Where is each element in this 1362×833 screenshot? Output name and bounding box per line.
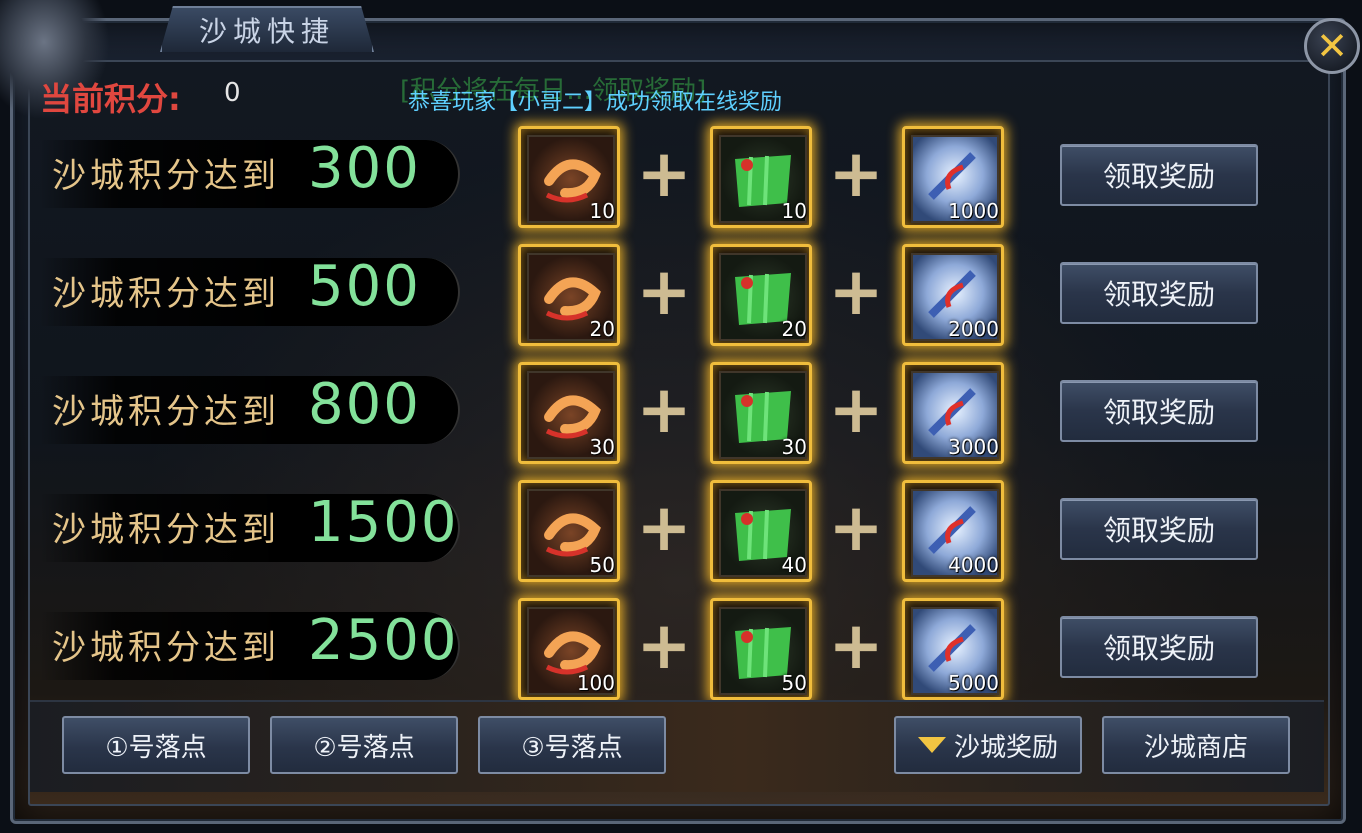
reward-item-leaf[interactable]: 40 [710,480,812,582]
threshold-label: 沙城积分达到 [52,274,280,314]
claim-reward-button[interactable]: 领取奖励 [1060,144,1258,206]
reward-item-crystal[interactable]: 5000 [902,598,1004,700]
threshold-label: 沙城积分达到 [52,156,280,196]
drop-point-3-button[interactable]: ③号落点 [478,716,666,774]
plus-icon: + [828,371,884,448]
reward-item-shrimp[interactable]: 20 [518,244,620,346]
reward-row: 沙城积分达到 1500 50 + 40 + 4000 领取奖励 [40,476,1320,586]
drop-point-1-button[interactable]: ①号落点 [62,716,250,774]
reward-item-crystal[interactable]: 1000 [902,126,1004,228]
close-icon: ✕ [1316,24,1348,68]
item-count: 3000 [948,435,999,459]
reward-item-shrimp[interactable]: 30 [518,362,620,464]
claim-reward-button[interactable]: 领取奖励 [1060,498,1258,560]
plus-icon: + [828,253,884,330]
reward-item-crystal[interactable]: 2000 [902,244,1004,346]
claim-reward-button[interactable]: 领取奖励 [1060,616,1258,678]
score-value: 0 [224,78,241,108]
item-count: 5000 [948,671,999,695]
item-count: 1000 [948,199,999,223]
item-count: 20 [589,317,615,341]
claim-reward-button[interactable]: 领取奖励 [1060,380,1258,442]
threshold-value: 300 [308,136,421,201]
reward-row: 沙城积分达到 800 30 + 30 + 3000 领取奖励 [40,358,1320,468]
reward-item-crystal[interactable]: 3000 [902,362,1004,464]
reward-item-shrimp[interactable]: 50 [518,480,620,582]
drop-point-2-button[interactable]: ②号落点 [270,716,458,774]
threshold-label: 沙城积分达到 [52,510,280,550]
sandcity-reward-label: 沙城奖励 [953,732,1058,763]
threshold-value: 500 [308,254,421,319]
window-title: 沙城快捷 [198,15,335,48]
plus-icon: + [636,135,692,212]
item-count: 10 [781,199,807,223]
plus-icon: + [636,607,692,684]
close-button[interactable]: ✕ [1304,18,1360,74]
threshold-label: 沙城积分达到 [52,628,280,668]
sandcity-shop-tab[interactable]: 沙城商店 [1102,716,1290,774]
reward-row: 沙城积分达到 2500 100 + 50 + 5000 领取奖励 [40,594,1320,704]
plus-icon: + [828,135,884,212]
broadcast-notice: 恭喜玩家【小哥二】成功领取在线奖励 [408,90,783,115]
claim-reward-button[interactable]: 领取奖励 [1060,262,1258,324]
reward-item-leaf[interactable]: 10 [710,126,812,228]
threshold-value: 800 [308,372,421,437]
item-count: 50 [589,553,615,577]
item-count: 50 [781,671,807,695]
reward-item-shrimp[interactable]: 100 [518,598,620,700]
reward-item-leaf[interactable]: 50 [710,598,812,700]
sandcity-reward-tab[interactable]: 沙城奖励 [894,716,1082,774]
reward-item-leaf[interactable]: 30 [710,362,812,464]
item-count: 20 [781,317,807,341]
item-count: 30 [589,435,615,459]
reward-row: 沙城积分达到 500 20 + 20 + 2000 领取奖励 [40,240,1320,350]
plus-icon: + [636,371,692,448]
threshold-value: 2500 [308,608,459,673]
item-count: 30 [781,435,807,459]
item-count: 4000 [948,553,999,577]
reward-item-crystal[interactable]: 4000 [902,480,1004,582]
plus-icon: + [828,489,884,566]
item-count: 40 [781,553,807,577]
item-count: 10 [589,199,615,223]
item-count: 2000 [948,317,999,341]
title-tab: 沙城快捷 [160,6,374,52]
reward-row: 沙城积分达到 300 10 + 10 + 1000 领取奖励 [40,122,1320,232]
item-count: 100 [576,671,615,695]
threshold-value: 1500 [308,490,459,555]
reward-item-leaf[interactable]: 20 [710,244,812,346]
plus-icon: + [636,489,692,566]
score-label: 当前积分: [40,80,181,118]
dropdown-triangle-icon [917,737,946,753]
plus-icon: + [828,607,884,684]
reward-item-shrimp[interactable]: 10 [518,126,620,228]
plus-icon: + [636,253,692,330]
threshold-label: 沙城积分达到 [52,392,280,432]
